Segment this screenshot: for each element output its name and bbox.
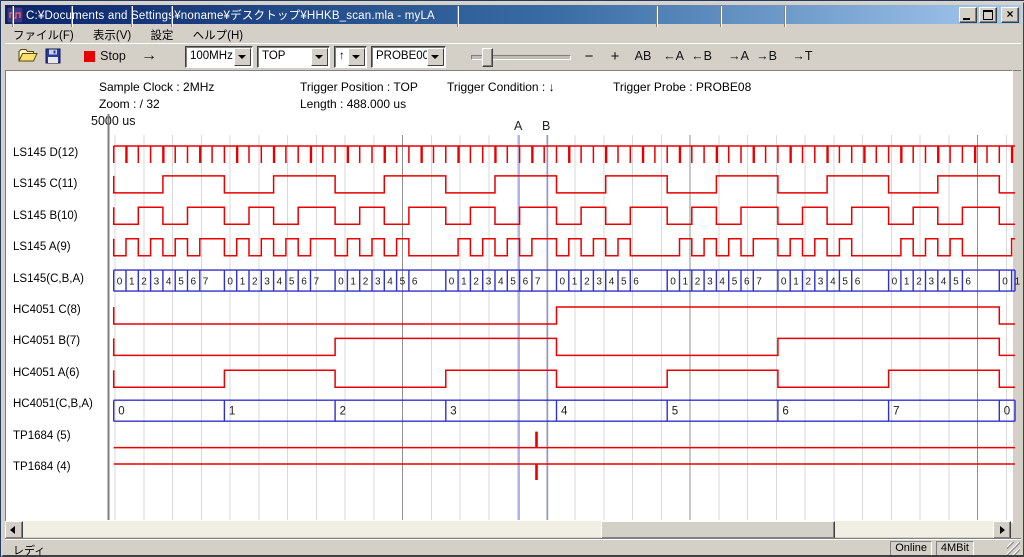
bus-value: 0 bbox=[118, 406, 124, 418]
bus-value: 0 bbox=[670, 277, 676, 288]
bus-value: 4 bbox=[498, 277, 504, 288]
bus-value: 6 bbox=[412, 277, 418, 288]
bus-value: 2 bbox=[363, 277, 369, 288]
bus-value: 1 bbox=[1015, 277, 1021, 288]
bus-value: 4 bbox=[166, 277, 172, 288]
bus-value: 0 bbox=[1004, 406, 1010, 418]
bus-value: 0 bbox=[892, 277, 898, 288]
bus-value: 3 bbox=[818, 277, 824, 288]
bus-value: 5 bbox=[510, 277, 516, 288]
wave-trace bbox=[114, 307, 1015, 324]
bus-value: 3 bbox=[596, 277, 602, 288]
bus-value: 4 bbox=[387, 277, 393, 288]
bus-value: 4 bbox=[609, 277, 615, 288]
bus-value: 0 bbox=[560, 277, 566, 288]
status-ready-text: レディ bbox=[13, 542, 45, 557]
bus-value: 7 bbox=[203, 277, 209, 288]
bus-value: 5 bbox=[953, 277, 959, 288]
bus-value: 1 bbox=[461, 277, 467, 288]
bus-value: 5 bbox=[178, 277, 184, 288]
bus-value: 3 bbox=[486, 277, 492, 288]
bus-value: 1 bbox=[683, 277, 689, 288]
bus-value: 6 bbox=[301, 277, 307, 288]
status-memory-badge: 4MBit bbox=[936, 541, 974, 556]
bus-value: 4 bbox=[561, 406, 568, 418]
scroll-left-button[interactable] bbox=[5, 521, 23, 539]
bus-value: 0 bbox=[227, 277, 233, 288]
scrollbar-thumb[interactable] bbox=[601, 521, 835, 539]
bus-value: 0 bbox=[117, 277, 123, 288]
bus-value: 1 bbox=[793, 277, 799, 288]
bus-value: 1 bbox=[572, 277, 578, 288]
wave-trace bbox=[114, 370, 1015, 387]
bus-value: 3 bbox=[929, 277, 935, 288]
bus-value: 4 bbox=[830, 277, 836, 288]
bus-value: 1 bbox=[350, 277, 356, 288]
bus-value: 6 bbox=[782, 406, 788, 418]
waveform-display[interactable]: 0123456701234567012345601234567012345601… bbox=[3, 3, 1023, 555]
bus-value: 2 bbox=[141, 277, 147, 288]
bus-value: 0 bbox=[1002, 277, 1008, 288]
bus-value: 4 bbox=[941, 277, 947, 288]
wave-trace bbox=[114, 207, 1015, 224]
bus-value: 6 bbox=[744, 277, 750, 288]
bus-value: 5 bbox=[621, 277, 627, 288]
bus-value: 6 bbox=[965, 277, 971, 288]
bus-value: 5 bbox=[732, 277, 738, 288]
arrow-right-icon bbox=[1000, 526, 1005, 534]
bus-value: 5 bbox=[400, 277, 406, 288]
bus-value: 7 bbox=[756, 277, 762, 288]
bus-value: 0 bbox=[338, 277, 344, 288]
strobe-trace-bold bbox=[127, 146, 1013, 163]
resize-grip-icon[interactable] bbox=[1007, 542, 1020, 555]
wave-trace bbox=[114, 239, 1015, 256]
wave-trace bbox=[114, 176, 1015, 193]
bus-value: 7 bbox=[314, 277, 320, 288]
bus-value: 2 bbox=[584, 277, 590, 288]
bus-value: 1 bbox=[229, 406, 235, 418]
bus-value: 3 bbox=[707, 277, 713, 288]
bus-value: 2 bbox=[252, 277, 258, 288]
bus-value: 5 bbox=[842, 277, 848, 288]
bus-value: 6 bbox=[523, 277, 529, 288]
bus-value: 3 bbox=[450, 406, 456, 418]
bus-value: 4 bbox=[277, 277, 283, 288]
bus-value: 3 bbox=[154, 277, 160, 288]
bus-value: 2 bbox=[695, 277, 701, 288]
bus-value: 4 bbox=[719, 277, 725, 288]
bus-value: 6 bbox=[191, 277, 197, 288]
bus-value: 0 bbox=[781, 277, 787, 288]
scroll-right-button[interactable] bbox=[993, 521, 1011, 539]
bus-value: 2 bbox=[916, 277, 922, 288]
bus-value: 3 bbox=[375, 277, 381, 288]
arrow-left-icon bbox=[10, 526, 15, 534]
h-scrollbar[interactable] bbox=[5, 521, 1011, 537]
bus-value: 5 bbox=[672, 406, 678, 418]
status-bar: レディ Online 4MBit bbox=[5, 538, 1021, 556]
bus-value: 5 bbox=[289, 277, 295, 288]
bus-value: 2 bbox=[806, 277, 812, 288]
bus-value: 6 bbox=[633, 277, 639, 288]
bus-value: 0 bbox=[449, 277, 455, 288]
status-online-badge: Online bbox=[890, 541, 932, 556]
bus-value: 3 bbox=[264, 277, 270, 288]
app-window: C:¥Documents and Settings¥noname¥デスクトップ¥… bbox=[1, 1, 1024, 557]
bus-value: 2 bbox=[473, 277, 479, 288]
bus-value: 1 bbox=[129, 277, 135, 288]
bus-value: 6 bbox=[855, 277, 861, 288]
bus-value: 2 bbox=[340, 406, 346, 418]
bus-value: 1 bbox=[240, 277, 246, 288]
bus-value: 7 bbox=[893, 406, 899, 418]
wave-trace bbox=[114, 338, 1015, 355]
bus-value: 7 bbox=[535, 277, 541, 288]
bus-value: 1 bbox=[904, 277, 910, 288]
strobe-trace bbox=[114, 146, 1015, 163]
